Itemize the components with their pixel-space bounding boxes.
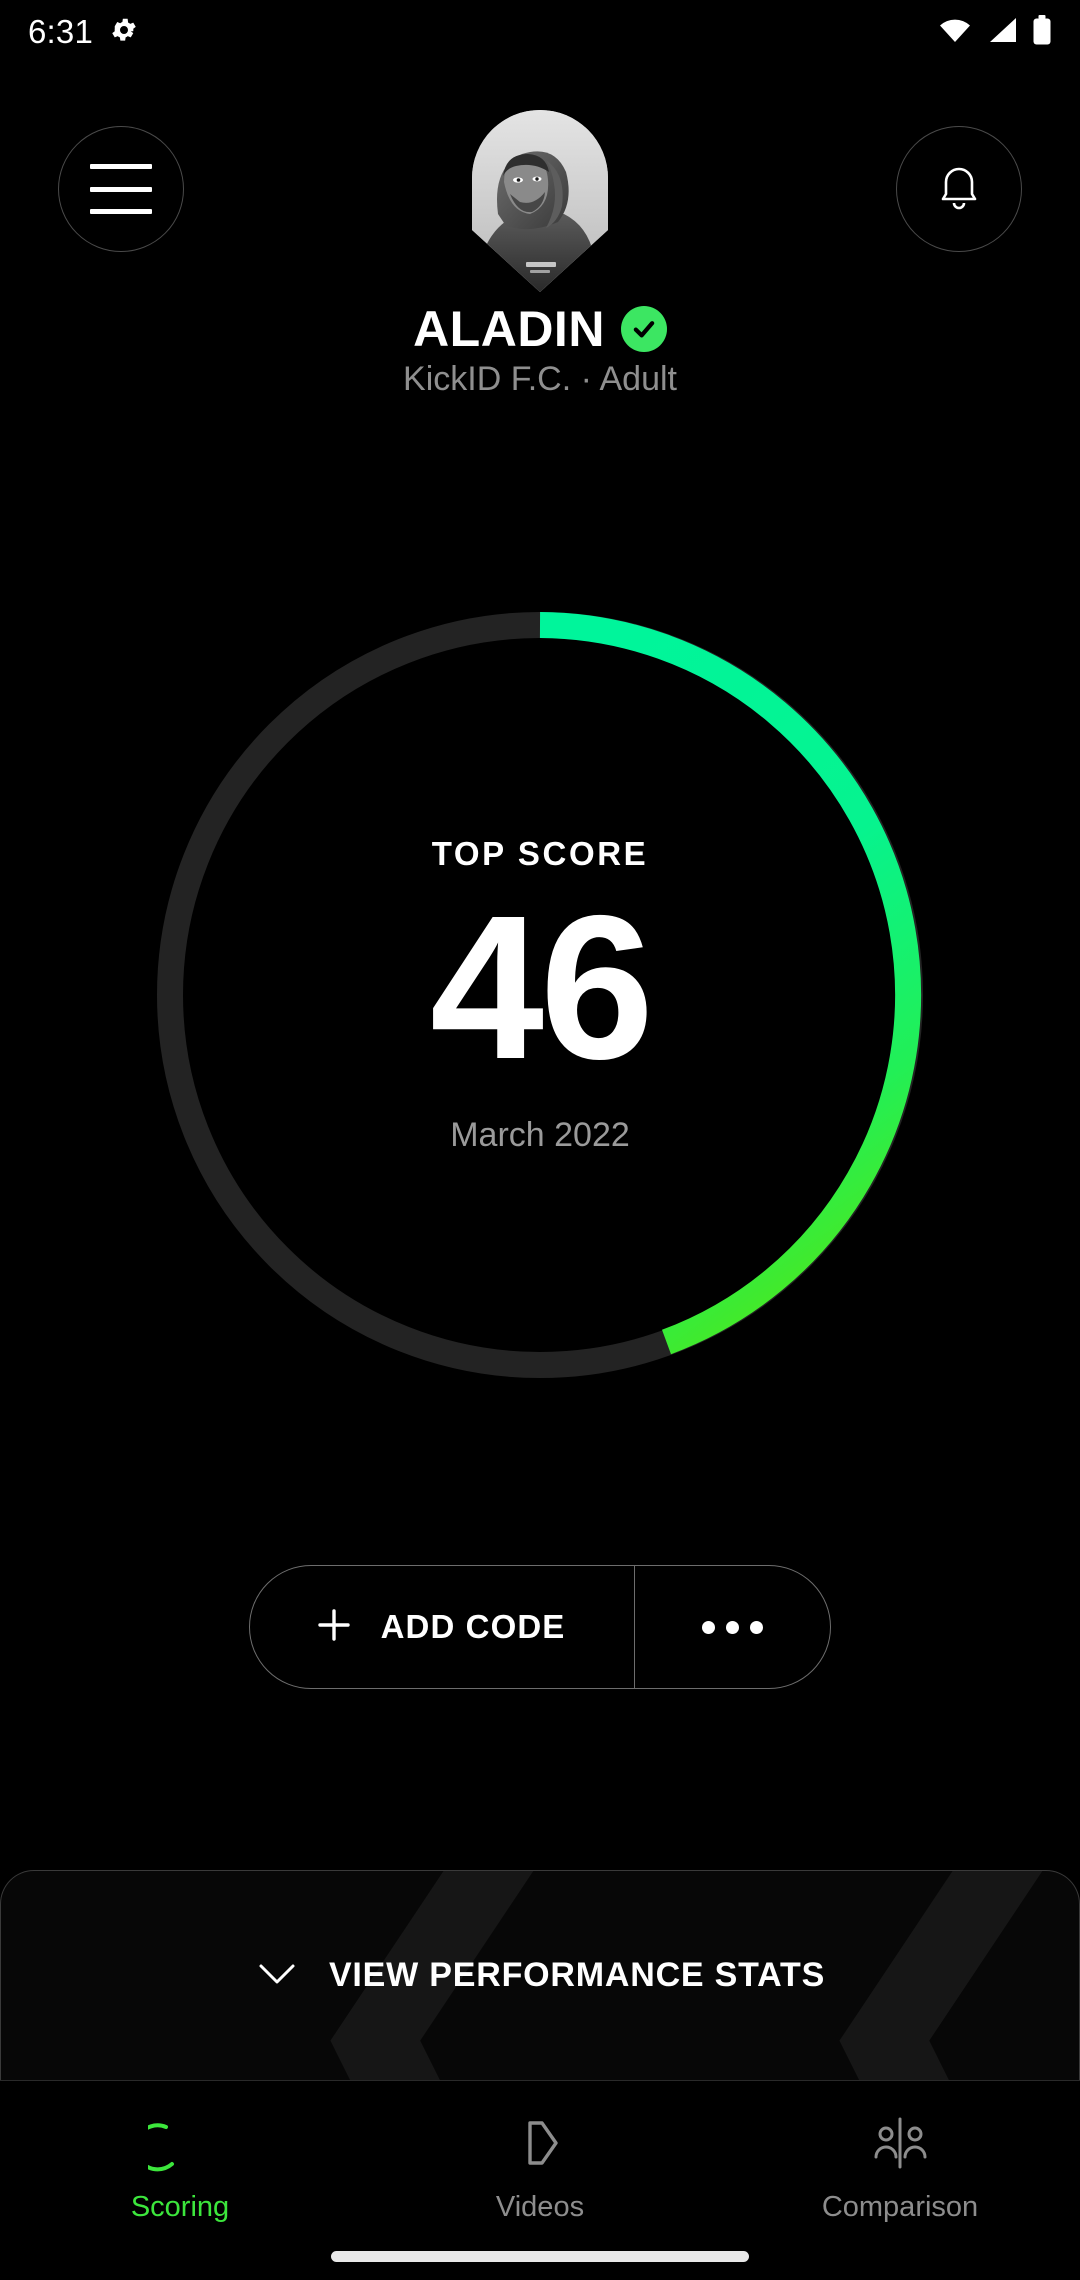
- home-indicator[interactable]: [331, 2251, 749, 2262]
- wifi-icon: [938, 16, 972, 49]
- avatar[interactable]: [472, 110, 608, 292]
- action-button-group: ADD CODE: [249, 1565, 831, 1689]
- hamburger-menu-icon: [90, 164, 152, 214]
- bell-icon: [932, 158, 986, 221]
- performance-stats-sheet[interactable]: VIEW PERFORMANCE STATS: [0, 1870, 1080, 2080]
- notifications-button[interactable]: [896, 126, 1022, 252]
- verified-check-icon: [620, 306, 667, 352]
- add-code-label: ADD CODE: [380, 1608, 566, 1645]
- plus-icon: [315, 1606, 353, 1649]
- play-pennant-icon: [506, 2109, 574, 2177]
- view-performance-stats-row[interactable]: VIEW PERFORMANCE STATS: [1, 1871, 1079, 2080]
- add-code-button[interactable]: ADD CODE: [250, 1566, 634, 1688]
- score-label: TOP SCORE: [431, 835, 649, 872]
- top-score-gauge: TOP SCORE 46 March 2022: [145, 600, 935, 1390]
- chevron-down-icon: [255, 1958, 299, 1993]
- score-date: March 2022: [450, 1116, 630, 1154]
- status-time: 6:31: [28, 13, 94, 50]
- status-bar: 6:31: [0, 0, 1080, 64]
- more-horizontal-icon: [702, 1620, 763, 1634]
- avatar-shape: [472, 110, 608, 292]
- bottom-navigation-bar: Scoring Videos Comparison: [0, 2080, 1080, 2280]
- status-bar-left: 6:31: [28, 13, 139, 51]
- cellular-signal-icon: [986, 16, 1018, 49]
- nav-item-comparison[interactable]: Comparison: [720, 2081, 1080, 2224]
- player-subtitle: KickID F.C. · Adult: [403, 360, 677, 398]
- page-title: ALADIN: [413, 301, 605, 357]
- two-people-compare-icon: [866, 2109, 934, 2177]
- player-avatar-photo: [472, 110, 608, 292]
- status-bar-right: [938, 14, 1052, 50]
- score-arc-icon: [146, 2109, 214, 2177]
- more-options-button[interactable]: [634, 1566, 830, 1688]
- nav-item-scoring[interactable]: Scoring: [0, 2081, 360, 2224]
- score-ring-center: TOP SCORE 46 March 2022: [145, 600, 935, 1390]
- gear-icon: [109, 15, 139, 50]
- menu-button[interactable]: [58, 126, 184, 252]
- nav-label-videos: Videos: [495, 2191, 585, 2223]
- app-screen: 6:31 ALADIN KickID F.C. · Adult TOP SCOR…: [0, 0, 1080, 2280]
- battery-icon: [1032, 14, 1052, 50]
- player-name-row: ALADIN: [0, 300, 1080, 358]
- nav-item-videos[interactable]: Videos: [360, 2081, 720, 2224]
- score-value: 46: [429, 873, 654, 1102]
- nav-label-comparison: Comparison: [821, 2191, 979, 2223]
- view-performance-stats-label: VIEW PERFORMANCE STATS: [328, 1956, 826, 1994]
- nav-label-scoring: Scoring: [130, 2191, 230, 2223]
